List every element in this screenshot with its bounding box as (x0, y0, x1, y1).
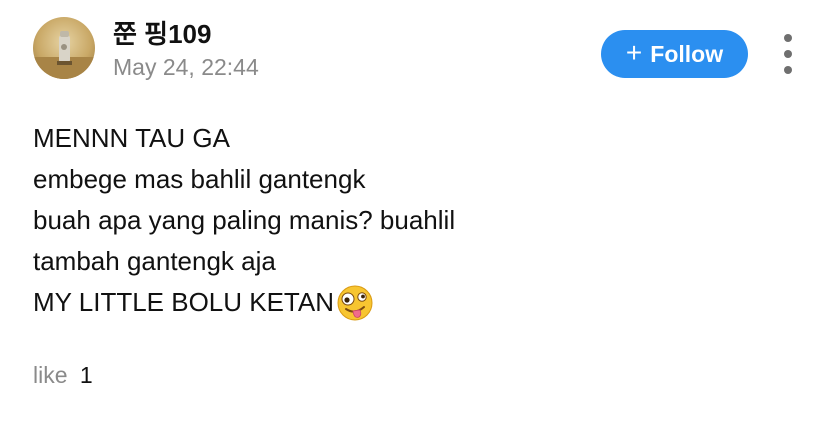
post-body: MENNN TAU GA embege mas bahlil gantengk … (33, 118, 793, 323)
like-count: 1 (79, 362, 93, 388)
post-timestamp: May 24, 22:44 (113, 54, 259, 80)
more-dot (784, 34, 792, 42)
like-label: like (33, 362, 68, 388)
post-line-text: MY LITTLE BOLU KETAN (33, 287, 335, 317)
like-reaction[interactable]: like 1 (33, 362, 93, 389)
post-line: MENNN TAU GA (33, 123, 230, 153)
more-dot (784, 50, 792, 58)
post-line: embege mas bahlil gantengk (33, 164, 366, 194)
more-dot (784, 66, 792, 74)
more-options-icon[interactable] (776, 34, 800, 74)
follow-button[interactable]: + Follow (601, 30, 748, 78)
username[interactable]: 쭌 핑109 (113, 14, 211, 51)
avatar[interactable] (33, 17, 95, 79)
plus-icon: + (625, 37, 643, 68)
post-line: buah apa yang paling manis? buahlil (33, 205, 456, 235)
post-card: 쭌 핑109 May 24, 22:44 + Follow MENNN TAU … (0, 0, 828, 426)
follow-label: Follow (650, 40, 724, 67)
post-line-last: MY LITTLE BOLU KETAN (33, 282, 793, 323)
post-line: tambah gantengk aja (33, 246, 276, 276)
zany-face-emoji (337, 285, 373, 320)
